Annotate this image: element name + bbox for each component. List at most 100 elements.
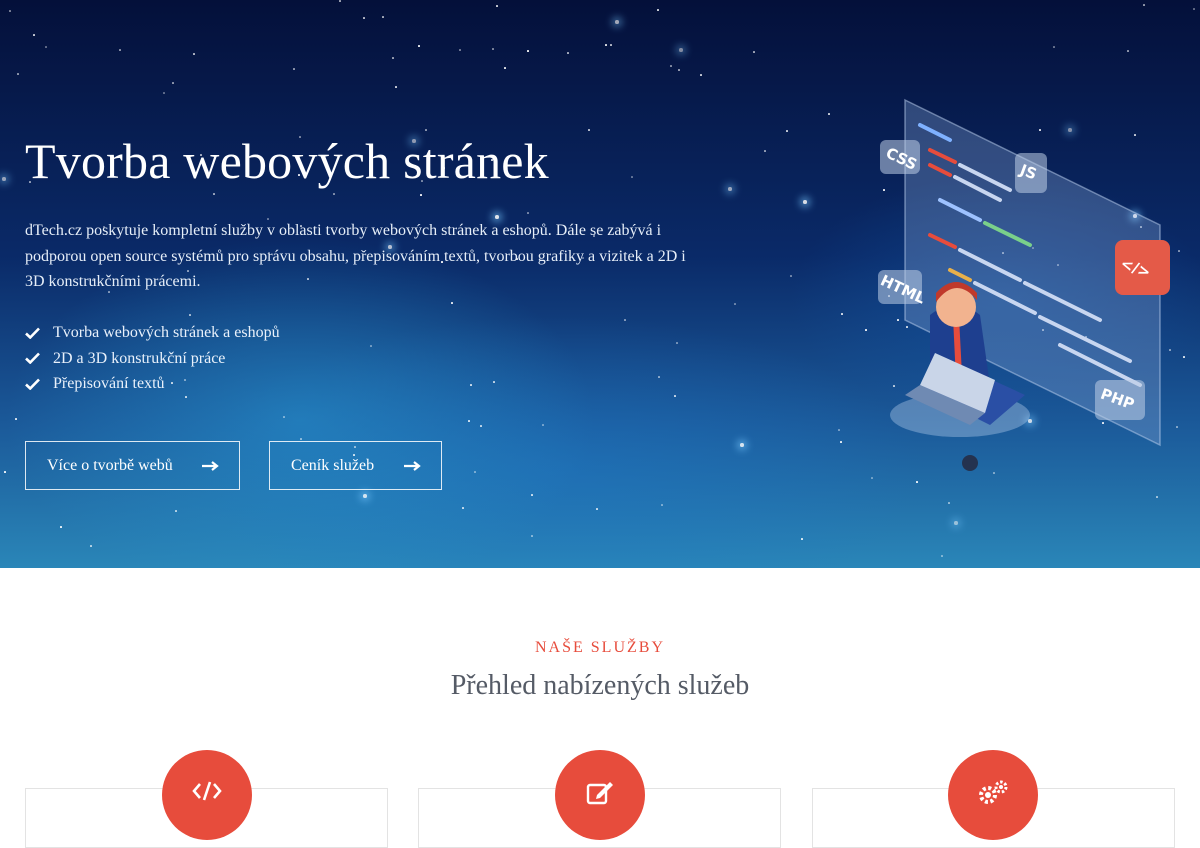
star-dot [459, 49, 461, 51]
about-web-button[interactable]: Více o tvorbě webů [25, 441, 240, 490]
star-dot [370, 345, 372, 347]
service-icon-circle [162, 750, 252, 840]
service-icon-circle [948, 750, 1038, 840]
star-dot [493, 381, 495, 383]
star-dot [60, 526, 62, 528]
star-dot [838, 429, 840, 431]
services-title: Přehled nabízených služeb [450, 670, 750, 701]
star-dot [451, 302, 453, 304]
about-web-button-label: Více o tvorbě webů [47, 456, 173, 474]
star-dot [605, 44, 607, 46]
star-dot [740, 443, 744, 447]
star-dot [163, 92, 165, 94]
star-dot [392, 57, 394, 59]
star-dot [531, 494, 533, 496]
star-dot [1183, 356, 1185, 358]
star-dot [840, 441, 842, 443]
star-dot [678, 69, 680, 71]
star-dot [333, 193, 335, 195]
star-dot [300, 438, 302, 440]
star-dot [670, 65, 672, 67]
star-dot [764, 150, 766, 152]
star-dot [803, 200, 807, 204]
star-dot [395, 86, 397, 88]
check-icon [25, 352, 53, 365]
check-icon [25, 327, 53, 339]
star-dot [382, 16, 384, 18]
star-dot [753, 51, 755, 53]
star-dot [948, 502, 950, 504]
code-icon [192, 750, 222, 807]
feature-label: Tvorba webových stránek a eshopů [53, 324, 280, 341]
service-icon-circle [555, 750, 645, 840]
star-dot [17, 73, 19, 75]
star-dot [418, 45, 420, 47]
hero-description: dTech.cz poskytuje kompletní služby v ob… [25, 222, 686, 290]
star-dot [1127, 50, 1129, 52]
arrow-right-icon [202, 459, 219, 477]
star-dot [119, 49, 121, 51]
star-dot [363, 17, 365, 19]
star-dot [45, 46, 47, 48]
star-dot [1193, 8, 1195, 10]
feature-label: Přepisování textů [53, 375, 165, 392]
star-dot [527, 50, 529, 52]
feature-label: 2D a 3D konstrukční práce [53, 349, 226, 367]
star-dot [658, 376, 660, 378]
edit-icon [585, 750, 615, 811]
star-dot [172, 82, 174, 84]
star-dot [492, 48, 494, 50]
star-dot [425, 129, 427, 131]
star-dot [474, 471, 476, 473]
star-dot [480, 425, 482, 427]
star-dot [2, 177, 6, 181]
star-dot [1053, 46, 1055, 48]
star-dot [193, 53, 195, 55]
feature-item: Tvorba webových stránek a eshopů [25, 320, 280, 346]
star-dot [661, 504, 663, 506]
star-dot [828, 113, 830, 115]
star-dot [676, 342, 678, 344]
star-dot [9, 10, 11, 12]
pricing-button[interactable]: Ceník služeb [269, 441, 442, 490]
star-dot [90, 545, 92, 547]
star-dot [339, 0, 341, 2]
star-dot [657, 9, 659, 11]
feature-list: Tvorba webových stránek a eshopů 2D a 3D… [25, 320, 280, 397]
star-dot [786, 130, 788, 132]
hero-section: Tvorba webových stránek dTech.cz poskytu… [0, 0, 1200, 568]
star-dot [1143, 4, 1145, 6]
star-dot [624, 319, 626, 321]
star-dot [941, 555, 943, 557]
star-dot [527, 212, 529, 214]
star-dot [610, 44, 612, 46]
star-dot [175, 510, 177, 512]
star-dot [293, 68, 295, 70]
star-dot [841, 313, 843, 315]
star-dot [588, 129, 590, 131]
star-dot [213, 193, 215, 195]
star-dot [728, 187, 732, 191]
star-dot [700, 74, 702, 76]
star-dot [679, 48, 683, 52]
star-dot [33, 34, 35, 36]
star-dot [468, 420, 470, 422]
services-eyebrow: NAŠE SLUŽBY [534, 639, 665, 656]
hero-title: Tvorba webových stránek [25, 133, 549, 189]
star-dot [596, 508, 598, 510]
star-dot [631, 176, 633, 178]
check-icon [25, 378, 53, 390]
star-dot [4, 471, 6, 473]
feature-item: Přepisování textů [25, 371, 280, 397]
star-dot [734, 303, 736, 305]
star-dot [496, 5, 498, 7]
cogs-icon [977, 750, 1009, 811]
star-dot [567, 52, 569, 54]
star-dot [542, 424, 544, 426]
star-dot [283, 416, 285, 418]
star-dot [954, 521, 958, 525]
star-dot [470, 384, 472, 386]
star-dot [615, 20, 619, 24]
star-dot [363, 494, 367, 498]
developer-illustration: CSS JS HTML PHP </> [878, 98, 1170, 471]
